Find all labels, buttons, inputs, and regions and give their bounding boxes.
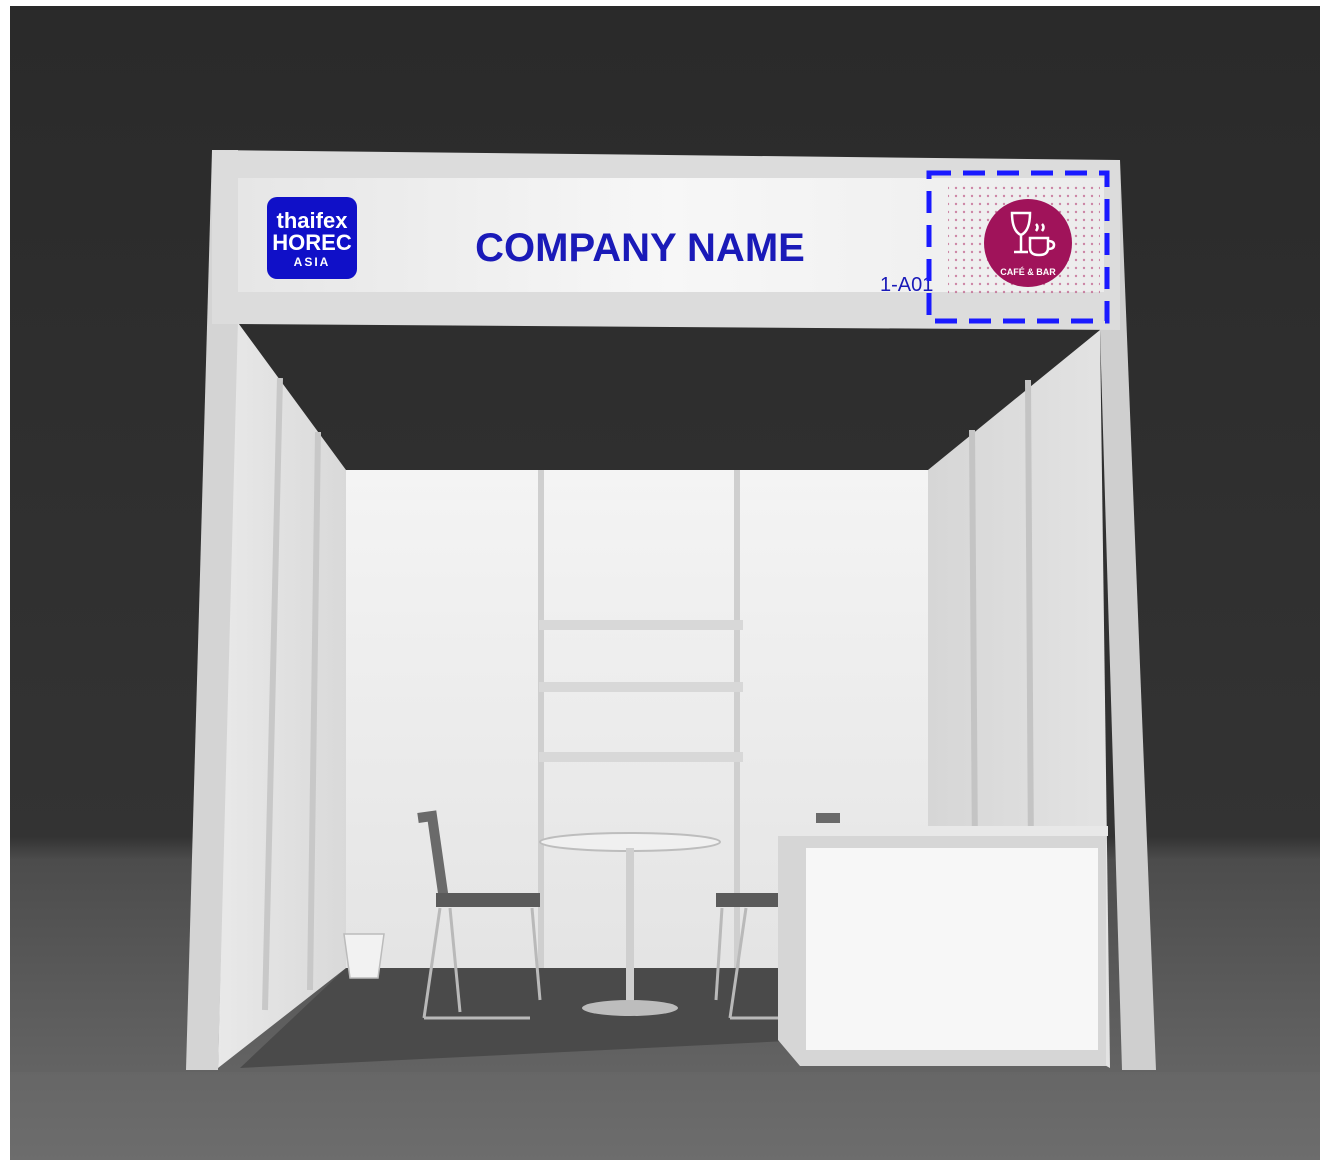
- company-name: COMPANY NAME: [475, 226, 805, 270]
- booth-number: 1-A01: [880, 274, 933, 296]
- event-logo: thaifex HOREC ASIA: [267, 197, 357, 279]
- event-logo-line3: ASIA: [294, 255, 331, 269]
- waste-bin: [343, 933, 385, 979]
- event-logo-line2: HOREC: [272, 230, 352, 255]
- zone-logo: CAFÉ & BAR: [948, 186, 1100, 296]
- zone-logo-label: CAFÉ & BAR: [1000, 267, 1056, 277]
- info-counter: [778, 826, 1108, 1066]
- booth-render: thaifex HOREC ASIA COMPANY NAME 1-A01 CA…: [10, 6, 1320, 1160]
